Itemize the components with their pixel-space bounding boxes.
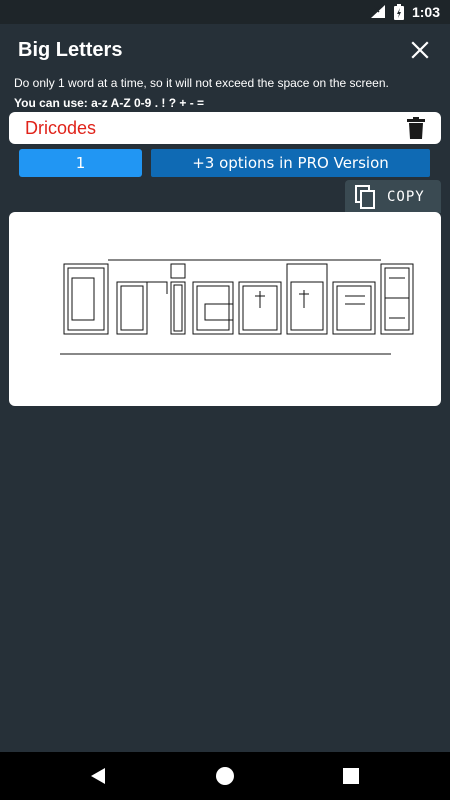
status-bar: 1:03 xyxy=(0,0,450,24)
close-icon xyxy=(411,41,429,59)
home-button[interactable] xyxy=(213,764,237,788)
recent-icon xyxy=(343,768,359,784)
navigation-bar xyxy=(0,752,450,800)
option-1-button[interactable]: 1 xyxy=(19,149,142,177)
copy-button[interactable]: COPY xyxy=(345,180,441,213)
app-title: Big Letters xyxy=(18,38,123,61)
allowed-characters-text: You can use: a-z A-Z 0-9 . ! ? + - = xyxy=(14,96,205,110)
copy-icon xyxy=(355,184,375,209)
app-bar: Big Letters xyxy=(0,24,450,76)
big-letters-output xyxy=(9,212,441,406)
word-input-card xyxy=(9,112,441,144)
ascii-art-word xyxy=(60,259,414,355)
pro-options-button[interactable]: +3 options in PRO Version xyxy=(151,149,430,177)
home-icon xyxy=(216,767,234,785)
option-1-label: 1 xyxy=(75,154,86,172)
word-input[interactable] xyxy=(25,117,385,139)
back-icon xyxy=(91,768,105,784)
recent-apps-button[interactable] xyxy=(339,764,363,788)
battery-icon xyxy=(393,4,404,20)
hint-text: Do only 1 word at a time, so it will not… xyxy=(14,76,389,90)
close-button[interactable] xyxy=(406,36,434,64)
wifi-icon xyxy=(370,5,385,18)
delete-button[interactable] xyxy=(407,117,427,139)
delete-icon xyxy=(407,117,425,139)
status-time: 1:03 xyxy=(411,4,440,20)
back-button[interactable] xyxy=(86,764,110,788)
pro-options-label: +3 options in PRO Version xyxy=(192,154,389,172)
copy-label: COPY xyxy=(387,188,425,205)
